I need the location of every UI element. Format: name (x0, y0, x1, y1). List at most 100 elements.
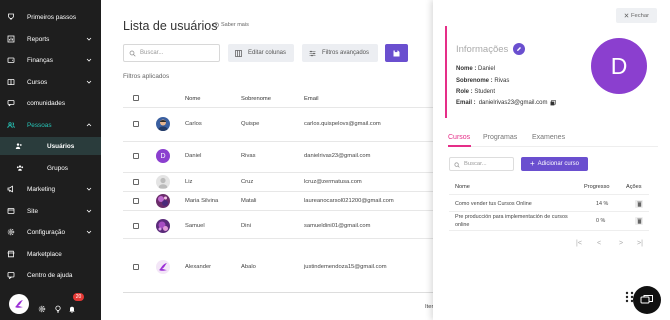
row-divider (123, 141, 433, 142)
copy-icon[interactable] (550, 100, 557, 106)
sidebar-item-label: comunidades (27, 99, 66, 107)
course-progress: 0 % (596, 218, 606, 224)
sidebar-item-site[interactable]: Site (0, 202, 101, 220)
add-course-button[interactable]: + Adicionar curso (521, 157, 588, 171)
course-search-input[interactable]: Buscar... (449, 157, 514, 171)
advanced-filters-button[interactable]: Filtros avançados (302, 44, 378, 62)
people-icon (7, 121, 15, 129)
prev-page-button[interactable]: < (597, 240, 601, 247)
sidebar-item-marketplace[interactable]: Marketplace (0, 245, 101, 263)
tabs-divider (448, 146, 658, 147)
search-input[interactable]: Buscar... (123, 44, 220, 62)
sidebar-item-label: Primeiros passos (27, 13, 77, 21)
lightbulb-icon[interactable] (54, 300, 62, 313)
row-checkbox[interactable] (133, 153, 139, 159)
row-checkbox[interactable] (133, 121, 139, 127)
bell-icon[interactable] (68, 300, 76, 313)
help-link-label: Saber mais (221, 22, 249, 28)
sidebar-item-comunidades[interactable]: comunidades (0, 94, 101, 112)
search-placeholder: Buscar... (464, 161, 487, 167)
help-link[interactable]: Saber mais (213, 22, 249, 28)
course-progress: 14 % (596, 201, 609, 207)
groups-icon (16, 164, 24, 172)
column-header-sobrenome: Sobrenome (241, 96, 271, 102)
edit-columns-button[interactable]: Editar colunas (228, 44, 294, 62)
sidebar-item-pessoas[interactable]: Pessoas (0, 116, 101, 134)
row-checkbox[interactable] (133, 264, 139, 270)
tab-programas[interactable]: Programas (483, 134, 517, 141)
avatar (156, 219, 170, 233)
next-page-button[interactable]: > (619, 240, 623, 247)
trash-icon[interactable] (635, 200, 643, 208)
info-title: Informações (456, 44, 509, 55)
sidebar-item-configuracao[interactable]: Configuração (0, 223, 101, 241)
help-circle-icon (213, 22, 219, 28)
sidebar-item-reports[interactable]: Reports (0, 30, 101, 48)
course-header-divider (449, 194, 649, 195)
course-header-nome: Nome (455, 184, 470, 190)
field-label: Sobrenome : (456, 78, 493, 84)
plus-icon: + (529, 159, 535, 168)
sidebar: Primeiros passos Reports Finanças Cursos… (0, 0, 101, 320)
sidebar-item-label: Reports (27, 35, 50, 43)
select-all-checkbox[interactable] (133, 95, 139, 101)
sidebar-item-grupos[interactable]: Grupos (0, 159, 101, 177)
sidebar-item-label: Usuários (47, 142, 75, 150)
sidebar-item-usuarios[interactable]: Usuários (0, 137, 101, 155)
help-icon (7, 271, 15, 279)
avatar (156, 260, 170, 274)
sidebar-item-centro-de-ajuda[interactable]: Centro de ajuda (0, 266, 101, 284)
field-label: Role : (456, 89, 473, 95)
sidebar-item-primeiros-passos[interactable]: Primeiros passos (0, 8, 101, 26)
cell-sobrenome: Dini (241, 223, 251, 229)
info-sobrenome: Sobrenome : Rivas (456, 78, 509, 84)
sidebar-item-label: Centro de ajuda (27, 271, 73, 279)
row-checkbox[interactable] (133, 223, 139, 229)
search-placeholder: Buscar... (140, 50, 164, 56)
row-checkbox[interactable] (133, 198, 139, 204)
cell-nome: Maria Silvina (185, 198, 219, 204)
search-icon (454, 162, 460, 168)
globe-icon (7, 207, 15, 215)
sidebar-item-financas[interactable]: Finanças (0, 51, 101, 69)
row-checkbox[interactable] (133, 179, 139, 185)
floppy-icon (393, 50, 400, 56)
pencil-icon (517, 47, 521, 51)
edit-columns-label: Editar colunas (248, 50, 287, 56)
community-icon (7, 99, 15, 107)
user-avatar[interactable] (9, 294, 29, 314)
course-name: Como vender tus Cursos Online (455, 201, 532, 207)
sidebar-item-label: Site (27, 207, 39, 215)
first-page-button[interactable]: |< (576, 240, 582, 247)
cell-nome: Daniel (185, 153, 202, 159)
field-label: Nome : (456, 66, 477, 72)
sidebar-item-marketing[interactable]: Marketing (0, 180, 101, 198)
wallet-icon (7, 56, 15, 64)
close-button[interactable]: Fechar (616, 8, 657, 23)
user-avatar-large: D (591, 38, 647, 94)
cell-email: samueldini01@gmail.com (304, 223, 371, 229)
course-header-progresso: Progresso (584, 184, 610, 190)
tab-examenes[interactable]: Examenes (532, 134, 565, 141)
edit-button[interactable] (513, 43, 525, 55)
users-icon (15, 142, 23, 150)
save-button[interactable] (385, 44, 408, 62)
field-label: Email : (456, 100, 476, 106)
avatar (156, 194, 170, 208)
avatar (156, 117, 170, 131)
main-content: Lista de usuários Saber mais Buscar... E… (101, 0, 435, 320)
columns-icon (235, 49, 242, 57)
cell-nome: Samuel (185, 223, 205, 229)
trash-icon[interactable] (635, 217, 643, 225)
course-name: Pre producción para implementación de cu… (455, 214, 568, 228)
sidebar-item-cursos[interactable]: Cursos (0, 73, 101, 91)
course-row-divider (449, 211, 649, 212)
cell-sobrenome: Rivas (241, 153, 256, 159)
tab-cursos[interactable]: Cursos (448, 134, 470, 141)
gear-icon[interactable] (38, 300, 46, 313)
chat-button[interactable] (633, 286, 661, 314)
trophy-icon (7, 13, 15, 21)
last-page-button[interactable]: >| (637, 240, 643, 247)
chevron-down-icon (86, 80, 92, 84)
advanced-filters-label: Filtros avançados (322, 50, 370, 56)
